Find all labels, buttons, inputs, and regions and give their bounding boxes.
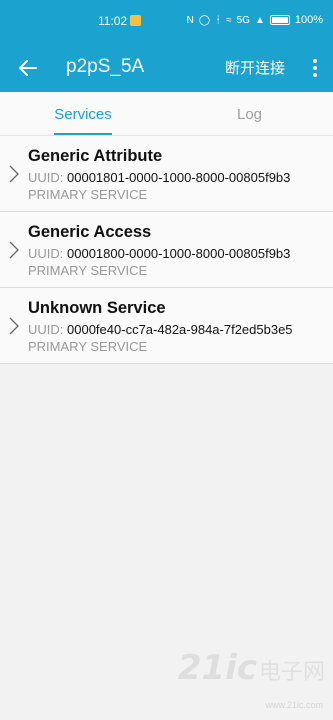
uuid-label: UUID: bbox=[28, 322, 64, 337]
service-name: Generic Attribute bbox=[28, 147, 163, 165]
chevron-right-icon bbox=[9, 165, 19, 183]
watermark-url: www.21ic.com bbox=[265, 700, 323, 710]
arrow-left-icon bbox=[19, 60, 37, 76]
service-type: PRIMARY SERVICE bbox=[28, 339, 148, 354]
uuid-label: UUID: bbox=[28, 246, 64, 261]
uuid-value: 00001801-0000-1000-8000-00805f9b3 bbox=[67, 170, 291, 185]
chevron-right-icon bbox=[9, 241, 19, 259]
more-dot-icon bbox=[313, 66, 317, 70]
status-icons: N ◯ ᚽ ≈ 5G ▲ 100% bbox=[187, 14, 323, 26]
service-list: Generic Attribute UUID: 00001801-0000-10… bbox=[0, 136, 333, 364]
disconnect-button[interactable]: 断开连接 bbox=[225, 57, 285, 78]
status-bar: 11:02 N ◯ ᚽ ≈ 5G ▲ 100% bbox=[0, 0, 333, 44]
notification-badge-icon bbox=[130, 15, 142, 26]
service-type: PRIMARY SERVICE bbox=[28, 263, 148, 278]
service-type: PRIMARY SERVICE bbox=[28, 187, 148, 202]
battery-icon bbox=[269, 15, 290, 25]
chevron-right-icon bbox=[9, 317, 19, 335]
tab-bar: Services Log bbox=[0, 92, 333, 136]
tab-log[interactable]: Log bbox=[166, 92, 333, 136]
tab-services[interactable]: Services bbox=[0, 92, 166, 136]
watermark-logo: 21ic 电子网 bbox=[178, 648, 325, 688]
service-uuid: UUID: 00001801-0000-1000-8000-00805f9b3 bbox=[28, 170, 290, 185]
app-bar: p2pS_5A 断开连接 bbox=[0, 44, 333, 92]
watermark-number: 21ic bbox=[177, 648, 257, 688]
more-dot-icon bbox=[313, 59, 317, 63]
tab-selected-indicator bbox=[54, 133, 112, 135]
service-uuid: UUID: 00001800-0000-1000-8000-00805f9b3 bbox=[28, 246, 290, 261]
wifi-icon: ≈ bbox=[226, 14, 232, 26]
battery-percent: 100% bbox=[294, 14, 323, 26]
device-title: p2pS_5A bbox=[66, 56, 145, 77]
nfc-icon: N bbox=[186, 14, 194, 26]
service-uuid: UUID: 0000fe40-cc7a-482a-984a-7f2ed5b3e5 bbox=[28, 322, 293, 337]
mute-icon: ◯ bbox=[198, 14, 211, 26]
service-item[interactable]: Unknown Service UUID: 0000fe40-cc7a-482a… bbox=[0, 288, 333, 364]
back-button[interactable] bbox=[14, 54, 42, 82]
service-item[interactable]: Generic Attribute UUID: 00001801-0000-10… bbox=[0, 136, 333, 212]
more-options-button[interactable] bbox=[307, 55, 323, 81]
more-dot-icon bbox=[313, 73, 317, 77]
service-name: Unknown Service bbox=[28, 299, 166, 317]
status-time: 11:02 bbox=[98, 14, 142, 28]
service-item[interactable]: Generic Access UUID: 00001800-0000-1000-… bbox=[0, 212, 333, 288]
uuid-value: 0000fe40-cc7a-482a-984a-7f2ed5b3e5 bbox=[67, 322, 293, 337]
network-type: 5G bbox=[236, 14, 250, 26]
bluetooth-icon: ᚽ bbox=[215, 14, 222, 26]
service-name: Generic Access bbox=[28, 223, 152, 241]
watermark-text: 电子网 bbox=[258, 659, 325, 684]
uuid-label: UUID: bbox=[28, 170, 64, 185]
uuid-value: 00001800-0000-1000-8000-00805f9b3 bbox=[67, 246, 291, 261]
signal-icon: ▲ bbox=[254, 14, 265, 26]
